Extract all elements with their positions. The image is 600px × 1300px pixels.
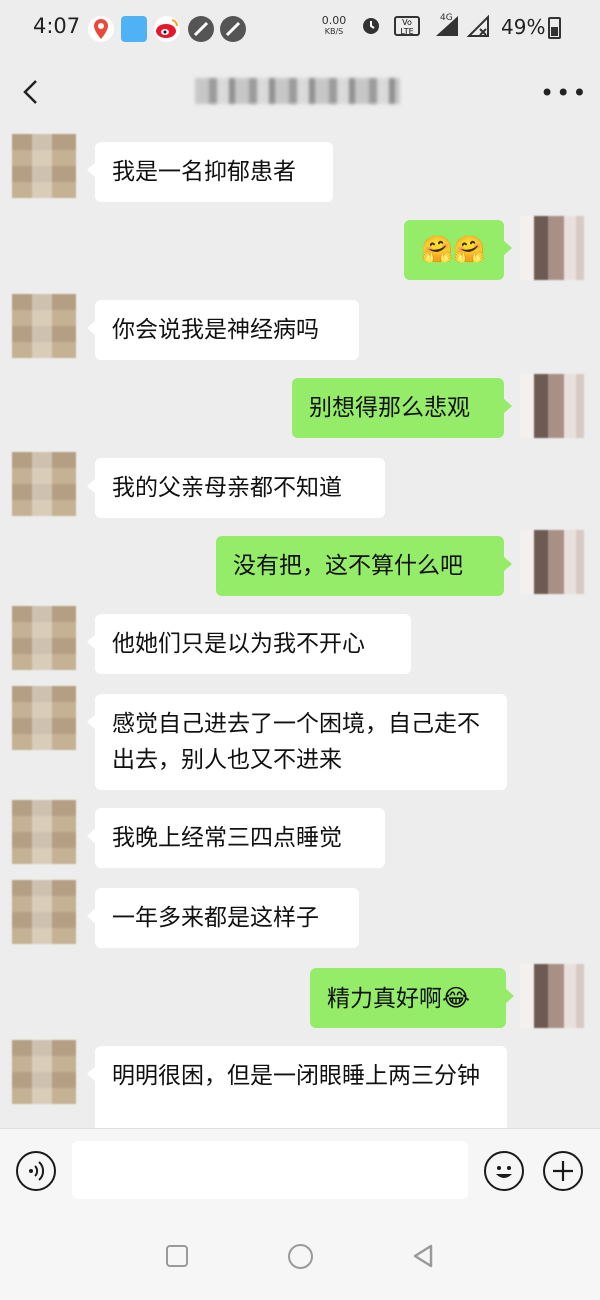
map-pin-icon <box>88 16 114 42</box>
chat-header: ▇ ▇▇ ▇ ▇▇▇▇▇ ••• <box>0 56 600 128</box>
contact-avatar[interactable] <box>12 686 76 750</box>
battery-icon <box>548 17 561 39</box>
home-icon[interactable] <box>288 1244 313 1269</box>
lte-label: LTE <box>400 27 414 36</box>
contact-avatar[interactable] <box>12 800 76 864</box>
signal-type: 4G <box>440 13 453 23</box>
message-bubble-right[interactable]: 🤗🤗 <box>404 220 512 280</box>
news-app-icon <box>121 16 147 42</box>
weibo-icon <box>154 16 180 42</box>
message-list[interactable]: 我是一名抑郁患者 🤗🤗 你会说我是神经病吗 别想得那么悲观 我的父亲母亲都不知道… <box>0 128 600 1128</box>
more-icon[interactable]: ••• <box>540 79 588 107</box>
voice-icon[interactable] <box>16 1151 56 1191</box>
input-bar <box>0 1128 600 1215</box>
message-input[interactable] <box>72 1141 468 1199</box>
message-bubble-right[interactable]: 精力真好啊😂 <box>310 968 514 1028</box>
lte-icon: Vo LTE <box>394 16 420 36</box>
laughing-crying-icon: 😂 <box>442 984 471 1012</box>
add-icon[interactable] <box>543 1151 583 1191</box>
message-bubble-left[interactable]: 感觉自己进去了一个困境，自己走不出去，别人也又不进来 <box>87 694 507 790</box>
back-nav-icon[interactable] <box>411 1243 435 1269</box>
blocked-icon <box>220 16 246 42</box>
net-speed-unit: KB/S <box>324 27 344 36</box>
contact-avatar[interactable] <box>12 452 76 516</box>
net-speed-value: 0.00 <box>321 14 347 27</box>
message-bubble-left[interactable]: 我的父亲母亲都不知道 <box>87 458 385 518</box>
emoji-icon[interactable] <box>484 1151 524 1191</box>
no-signal-icon <box>466 14 492 43</box>
contact-avatar[interactable] <box>12 1040 76 1104</box>
message-bubble-right[interactable]: 别想得那么悲观 <box>292 378 512 438</box>
blocked-icon <box>188 16 214 42</box>
message-bubble-left[interactable]: 明明很困，但是一闭眼睡上两三分钟 <box>87 1046 507 1128</box>
status-bar: 4:07 0.00 KB/S Vo LTE 4G 49% <box>0 0 600 56</box>
contact-avatar[interactable] <box>12 294 76 358</box>
message-bubble-left[interactable]: 他她们只是以为我不开心 <box>87 614 411 674</box>
message-text: 精力真好啊 <box>327 986 442 1012</box>
back-icon[interactable] <box>16 76 48 108</box>
message-bubble-left[interactable]: 一年多来都是这样子 <box>87 888 359 948</box>
alarm-icon <box>360 14 382 41</box>
chat-title: ▇ ▇▇ ▇ ▇▇▇▇▇ <box>195 78 400 104</box>
system-nav-bar <box>0 1214 600 1300</box>
self-avatar[interactable] <box>520 530 584 594</box>
battery-percent: 49% <box>501 15 546 39</box>
contact-avatar[interactable] <box>12 880 76 944</box>
recent-apps-icon[interactable] <box>166 1245 188 1267</box>
message-bubble-right[interactable]: 没有把，这不算什么吧 <box>216 536 512 596</box>
self-avatar[interactable] <box>520 964 584 1028</box>
self-avatar[interactable] <box>520 374 584 438</box>
self-avatar[interactable] <box>520 216 584 280</box>
contact-avatar[interactable] <box>12 134 76 198</box>
status-time: 4:07 <box>33 14 81 38</box>
message-bubble-left[interactable]: 我晚上经常三四点睡觉 <box>87 808 385 868</box>
contact-avatar[interactable] <box>12 606 76 670</box>
net-speed: 0.00 KB/S <box>318 15 350 37</box>
message-bubble-left[interactable]: 你会说我是神经病吗 <box>87 300 359 360</box>
message-bubble-left[interactable]: 我是一名抑郁患者 <box>87 142 333 202</box>
